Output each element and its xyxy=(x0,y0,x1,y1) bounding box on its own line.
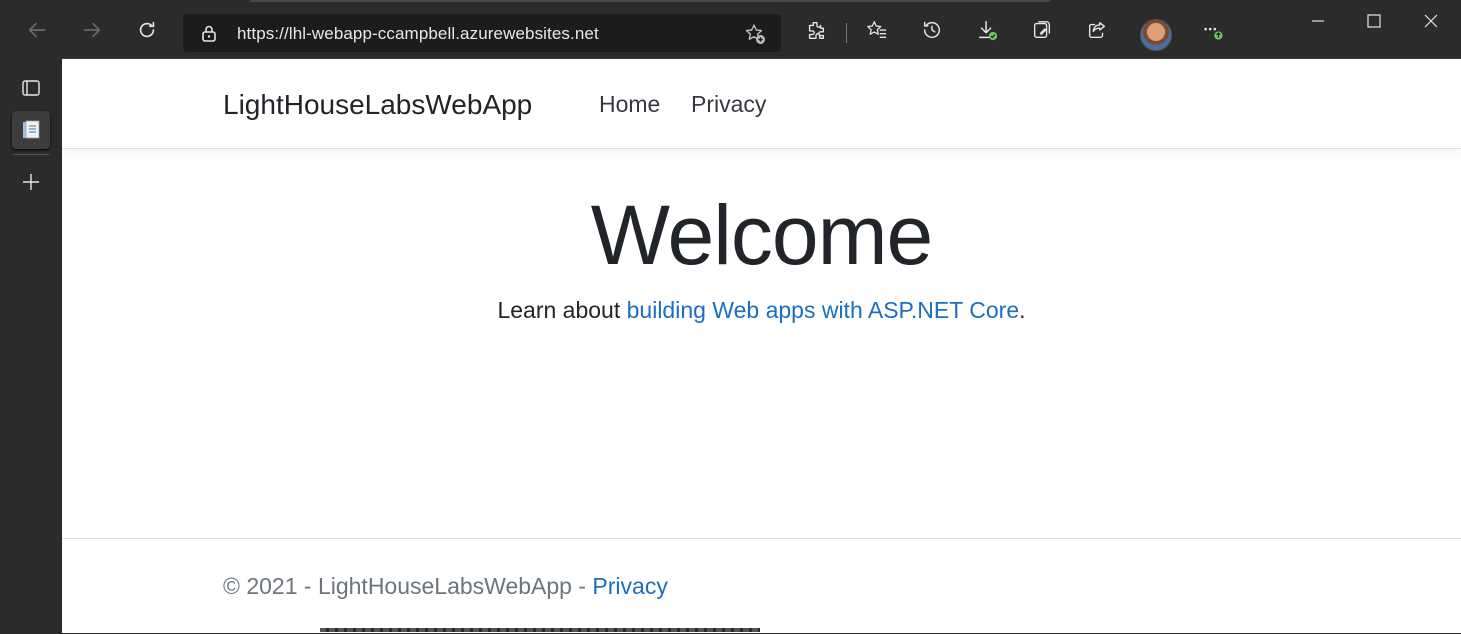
minimize-icon[interactable] xyxy=(1307,10,1329,32)
extensions-button[interactable] xyxy=(798,12,834,48)
new-tab-button[interactable] xyxy=(12,163,50,201)
url-text[interactable]: https://lhl-webapp-ccampbell.azurewebsit… xyxy=(237,24,599,44)
maximize-icon[interactable] xyxy=(1363,10,1385,32)
refresh-icon xyxy=(139,21,155,38)
history-button[interactable] xyxy=(914,12,950,48)
site-navbar: LightHouseLabsWebApp Home Privacy xyxy=(62,59,1461,149)
forward-icon xyxy=(83,22,101,38)
favorites-icon xyxy=(867,21,887,39)
profile-avatar[interactable] xyxy=(1140,19,1172,51)
vertical-tab-current[interactable] xyxy=(12,111,50,149)
back-button[interactable] xyxy=(19,12,55,48)
more-button[interactable] xyxy=(1194,12,1230,48)
new-tab-icon xyxy=(23,174,39,190)
toolbar-separator xyxy=(846,23,847,43)
intro-suffix: . xyxy=(1019,297,1026,323)
address-bar[interactable]: https://lhl-webapp-ccampbell.azurewebsit… xyxy=(183,14,781,52)
tab-strip-edge xyxy=(250,0,1050,2)
vertical-tabs-sidebar xyxy=(0,58,62,632)
footer-text: © 2021 - LightHouseLabsWebApp - Privacy xyxy=(223,573,668,600)
extensions-icon xyxy=(808,21,825,39)
forward-button[interactable] xyxy=(74,12,110,48)
share-button[interactable] xyxy=(1079,12,1115,48)
downloads-button[interactable] xyxy=(969,12,1005,48)
more-icon xyxy=(1204,27,1223,40)
vertical-tab-page-icon xyxy=(23,120,40,139)
downloads-icon xyxy=(978,21,998,41)
history-icon xyxy=(923,21,941,39)
close-icon[interactable] xyxy=(1420,10,1442,32)
intro-text: Learn about building Web apps with ASP.N… xyxy=(62,297,1461,324)
back-icon xyxy=(28,22,46,38)
add-favorite-icon[interactable] xyxy=(743,22,767,46)
site-footer: © 2021 - LightHouseLabsWebApp - Privacy xyxy=(62,538,1461,634)
page-heading: Welcome xyxy=(590,188,934,282)
tab-actions-button[interactable] xyxy=(12,69,50,107)
site-brand-link[interactable]: LightHouseLabsWebApp xyxy=(223,89,532,121)
sidebar-divider xyxy=(13,154,49,155)
aspnet-docs-link[interactable]: building Web apps with ASP.NET Core xyxy=(627,297,1020,323)
collections-icon xyxy=(1033,21,1051,39)
refresh-button[interactable] xyxy=(129,12,165,48)
share-icon xyxy=(1088,21,1106,39)
footer-copyright: © 2021 - LightHouseLabsWebApp - xyxy=(223,573,593,599)
footer-privacy-link[interactable]: Privacy xyxy=(592,573,667,599)
intro-prefix: Learn about xyxy=(497,297,627,323)
tab-actions-icon xyxy=(22,80,40,96)
nav-home-link[interactable]: Home xyxy=(599,91,660,118)
lock-icon[interactable] xyxy=(200,24,218,42)
collections-button[interactable] xyxy=(1024,12,1060,48)
browser-toolbar: https://lhl-webapp-ccampbell.azurewebsit… xyxy=(0,0,1461,58)
nav-privacy-link[interactable]: Privacy xyxy=(691,91,766,118)
taskbar-edge xyxy=(320,628,760,632)
web-page: LightHouseLabsWebApp Home Privacy Welcom… xyxy=(62,58,1461,633)
favorites-button[interactable] xyxy=(859,12,895,48)
